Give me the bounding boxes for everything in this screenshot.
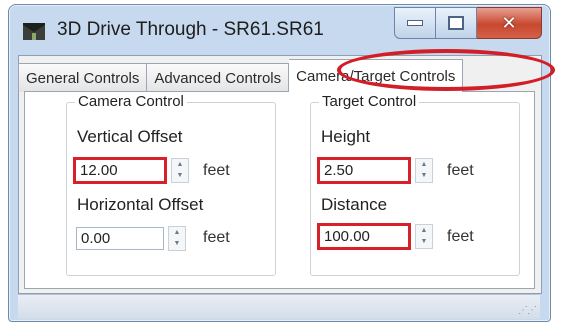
title-bar[interactable]: 3D Drive Through - SR61.SR61 ✕ — [9, 5, 550, 55]
camera-control-label: Camera Control — [75, 93, 187, 110]
spin-up-icon[interactable]: ▲ — [416, 159, 432, 170]
height-unit: feet — [447, 162, 474, 179]
distance-input[interactable] — [317, 223, 411, 250]
target-control-label: Target Control — [319, 93, 420, 110]
distance-unit: feet — [447, 228, 474, 245]
spin-up-icon[interactable]: ▲ — [416, 225, 432, 236]
spin-down-icon[interactable]: ▼ — [172, 170, 188, 181]
height-label: Height — [321, 127, 371, 146]
target-control-group: Target Control Height ▲ ▼ feet Distance … — [310, 93, 520, 276]
maximize-icon — [448, 16, 464, 30]
horizontal-offset-label: Horizontal Offset — [77, 195, 204, 214]
horizontal-offset-input[interactable] — [76, 227, 164, 250]
vertical-offset-spin-buttons[interactable]: ▲ ▼ — [171, 158, 189, 183]
distance-spinner: ▲ ▼ — [317, 223, 439, 250]
minimize-button[interactable] — [394, 7, 436, 39]
vertical-offset-input[interactable] — [73, 157, 167, 184]
close-button[interactable]: ✕ — [477, 7, 542, 39]
resize-grip-icon[interactable]: ⋰⋰ — [518, 305, 537, 316]
spin-down-icon[interactable]: ▼ — [416, 236, 432, 247]
maximize-button[interactable] — [436, 7, 477, 39]
spin-down-icon[interactable]: ▼ — [169, 238, 185, 249]
window-title: 3D Drive Through - SR61.SR61 — [57, 19, 324, 40]
height-input[interactable] — [317, 157, 411, 184]
horizontal-offset-spinner: ▲ ▼ — [76, 225, 198, 252]
camera-control-group: Camera Control Vertical Offset ▲ ▼ feet … — [66, 93, 276, 276]
caption-buttons: ✕ — [394, 7, 542, 41]
tab-advanced-controls[interactable]: Advanced Controls — [147, 63, 290, 92]
vertical-offset-spinner: ▲ ▼ — [73, 157, 195, 184]
vertical-offset-unit: feet — [203, 162, 230, 179]
spin-up-icon[interactable]: ▲ — [172, 159, 188, 170]
status-bar: ⋰⋰ — [18, 294, 540, 319]
horizontal-offset-spin-buttons[interactable]: ▲ ▼ — [168, 226, 186, 251]
close-icon: ✕ — [501, 12, 517, 34]
distance-spin-buttons[interactable]: ▲ ▼ — [415, 224, 433, 249]
distance-label: Distance — [321, 195, 388, 214]
spin-down-icon[interactable]: ▼ — [416, 170, 432, 181]
vertical-offset-label: Vertical Offset — [77, 127, 183, 146]
spin-up-icon[interactable]: ▲ — [169, 227, 185, 238]
drive-through-app-icon — [23, 23, 45, 40]
height-spinner: ▲ ▼ — [317, 157, 439, 184]
height-spin-buttons[interactable]: ▲ ▼ — [415, 158, 433, 183]
tab-page-camera-target: Camera Control Vertical Offset ▲ ▼ feet … — [24, 91, 535, 289]
highlight-ellipse — [337, 49, 555, 91]
horizontal-offset-unit: feet — [203, 229, 230, 246]
tab-general-controls[interactable]: General Controls — [18, 63, 148, 92]
minimize-icon — [407, 20, 423, 26]
